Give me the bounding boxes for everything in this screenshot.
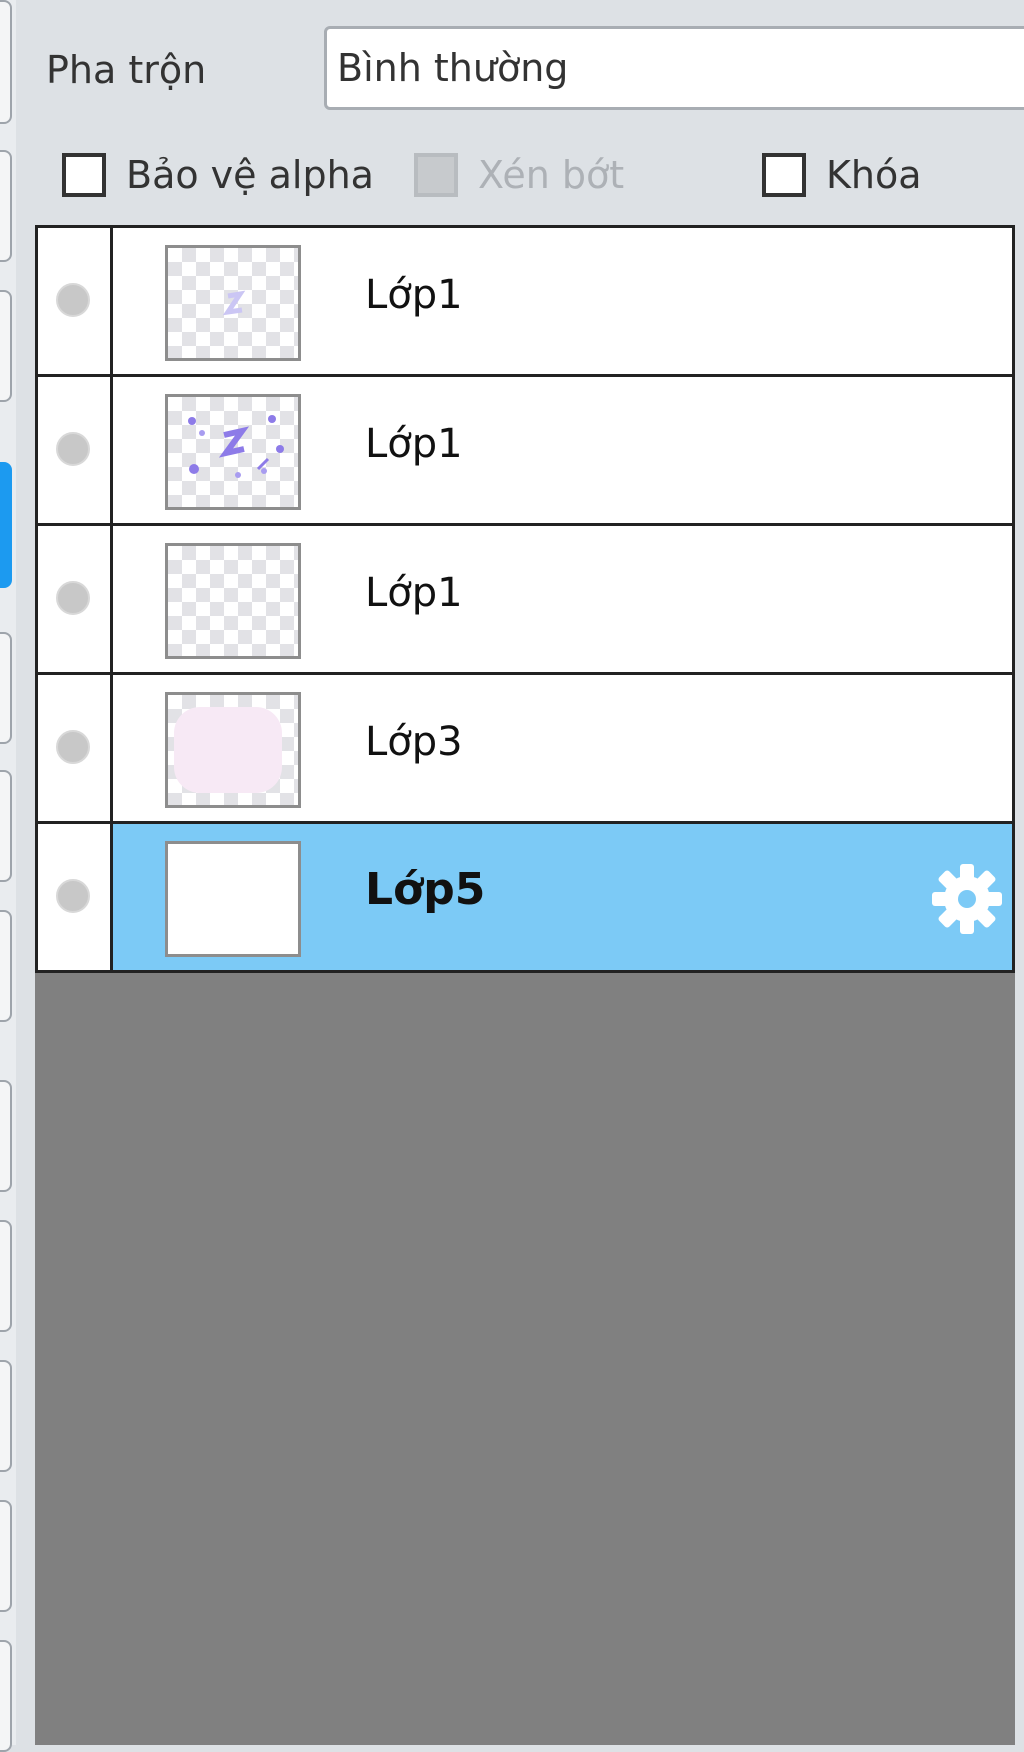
visibility-toggle[interactable] [56,581,90,615]
lock-option[interactable]: Khóa [762,150,922,200]
layer-panel: Pha trộn Bình thường Bảo vệ alpha Xén bớ… [0,0,1024,1752]
protect-alpha-option[interactable]: Bảo vệ alpha [62,150,374,200]
visibility-cell[interactable] [38,377,113,523]
lock-checkbox[interactable] [762,153,806,197]
layer-row[interactable]: Lớp1 [35,374,1015,526]
layer-name: Lớp1 [365,272,463,318]
layer-thumbnail [165,245,301,361]
visibility-toggle[interactable] [56,432,90,466]
side-tab[interactable] [0,1500,12,1612]
side-tab[interactable] [0,632,12,744]
side-tab[interactable] [0,290,12,402]
layer-thumbnail [165,841,301,957]
layer-row-selected[interactable]: Lớp5 [35,821,1015,973]
side-tab[interactable] [0,770,12,882]
side-tab[interactable] [0,0,12,124]
side-tab[interactable] [0,150,12,262]
layer-name: Lớp3 [365,719,463,765]
layer-thumbnail [165,394,301,510]
clip-checkbox [414,153,458,197]
layer-row[interactable]: Lớp1 [35,225,1015,377]
visibility-cell[interactable] [38,675,113,821]
protect-alpha-checkbox[interactable] [62,153,106,197]
protect-alpha-label: Bảo vệ alpha [126,153,374,197]
side-tab[interactable] [0,1360,12,1472]
gear-icon[interactable] [930,862,1004,936]
layer-name: Lớp1 [365,570,463,616]
lock-label: Khóa [826,153,922,197]
side-tab[interactable] [0,1080,12,1192]
blend-mode-label: Pha trộn [46,48,207,92]
clip-label: Xén bớt [478,153,625,197]
clip-option: Xén bớt [414,150,624,200]
visibility-cell[interactable] [38,824,113,970]
layer-thumbnail [165,692,301,808]
layer-list: Lớp1 Lớp1 Lớp1 Lớp3 Lớp5 [35,225,1015,1745]
layer-name: Lớp5 [365,864,486,915]
side-tab[interactable] [0,1640,12,1752]
side-tab[interactable] [0,1220,12,1332]
visibility-toggle[interactable] [56,730,90,764]
visibility-toggle[interactable] [56,283,90,317]
blend-mode-select[interactable]: Bình thường [324,26,1024,110]
layer-row[interactable]: Lớp1 [35,523,1015,675]
layer-name: Lớp1 [365,421,463,467]
side-tab-active[interactable] [0,462,12,588]
layer-row[interactable]: Lớp3 [35,672,1015,824]
visibility-cell[interactable] [38,228,113,374]
visibility-toggle[interactable] [56,879,90,913]
side-tab-strip [0,0,16,1752]
side-tab[interactable] [0,910,12,1022]
visibility-cell[interactable] [38,526,113,672]
layer-thumbnail [165,543,301,659]
